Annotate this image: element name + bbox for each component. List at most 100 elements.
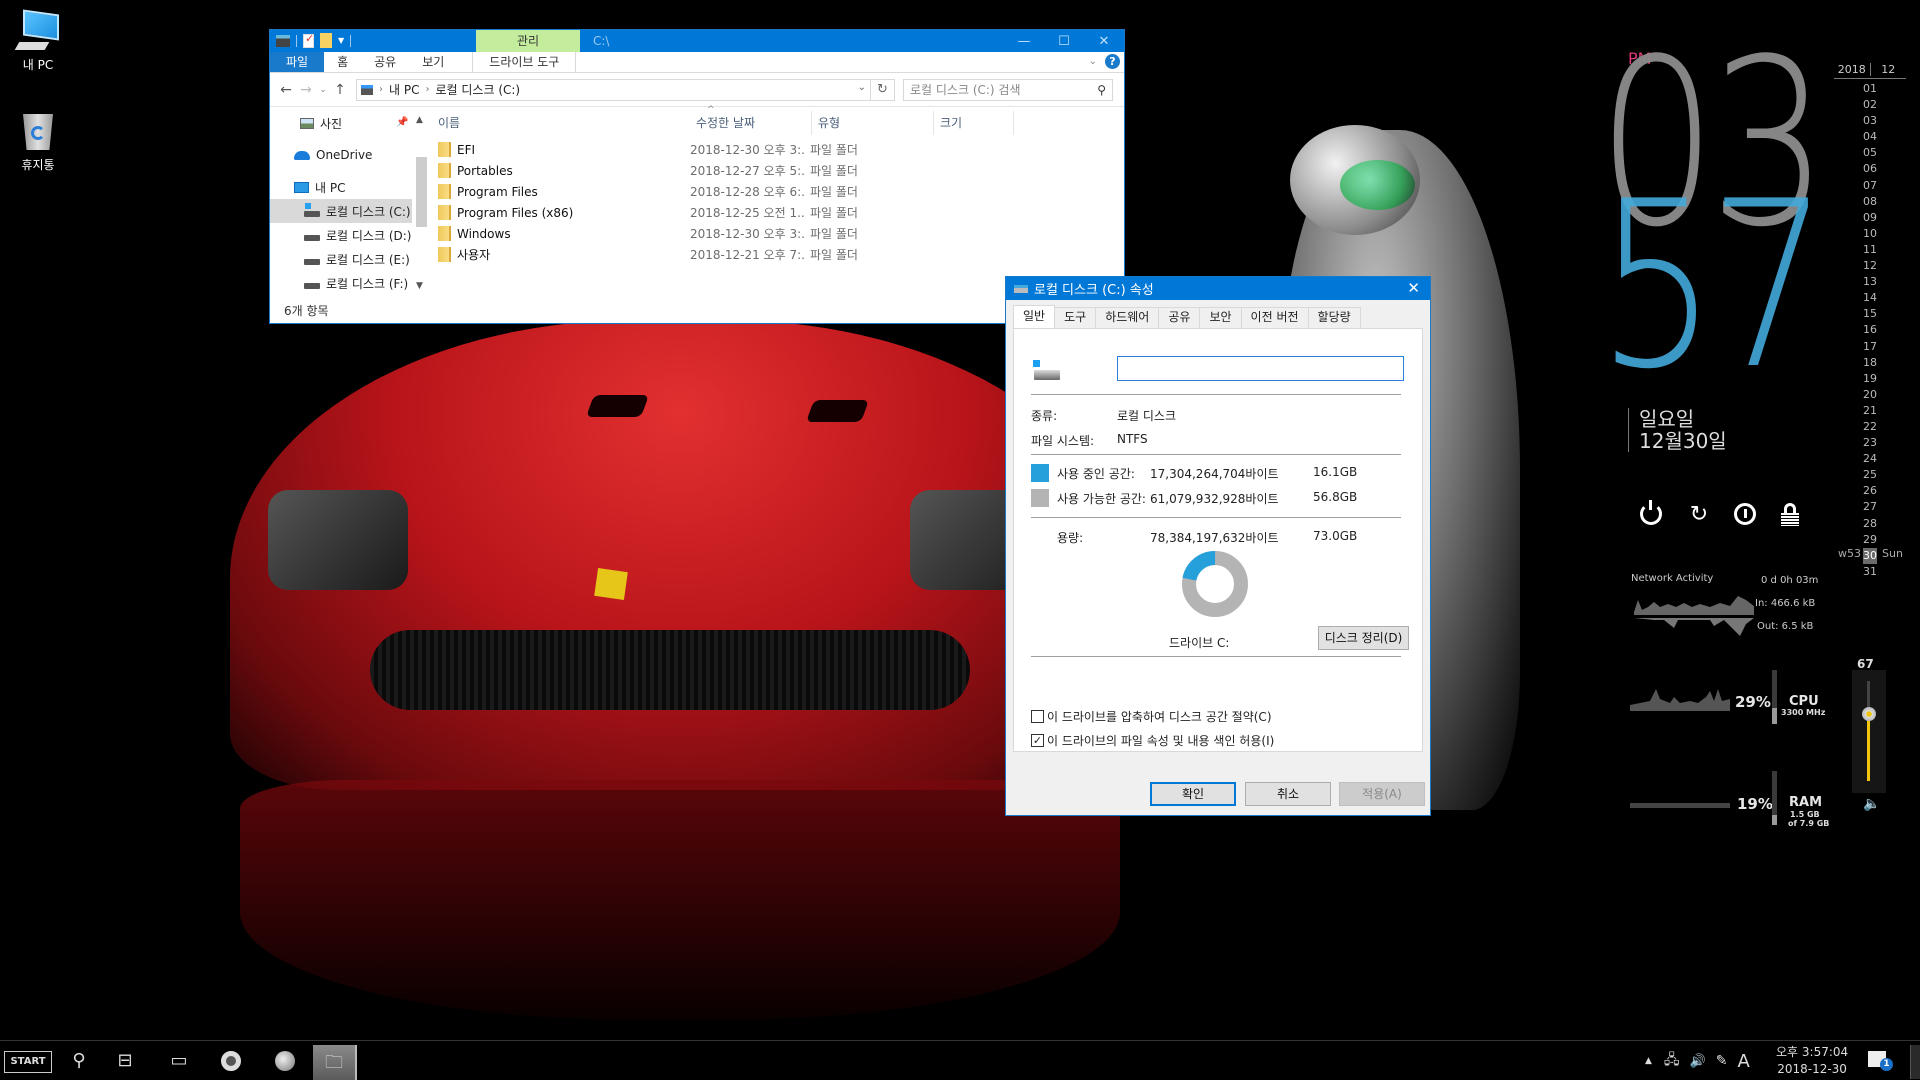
nav-item-drive-d[interactable]: 로컬 디스크 (D:): [270, 223, 412, 247]
taskbar-app-file-explorer[interactable]: 🗀: [313, 1045, 357, 1080]
index-checkbox[interactable]: ✓: [1031, 734, 1044, 747]
scroll-up-icon[interactable]: ▲: [416, 115, 423, 125]
tab-view[interactable]: 보기: [409, 52, 457, 72]
back-button[interactable]: ←: [276, 82, 296, 98]
volume-slider[interactable]: [1852, 670, 1886, 793]
breadcrumb-local-disk-c[interactable]: 로컬 디스크 (C:): [435, 81, 520, 98]
cancel-button[interactable]: 취소: [1245, 782, 1331, 806]
up-button[interactable]: ↑: [330, 82, 350, 98]
lock-button[interactable]: [1781, 503, 1805, 527]
nav-item-onedrive[interactable]: OneDrive: [270, 143, 412, 167]
compress-checkbox[interactable]: [1031, 710, 1044, 723]
pen-icon[interactable]: ✎: [1716, 1053, 1728, 1069]
tab-general[interactable]: 일반: [1013, 305, 1056, 328]
refresh-button[interactable]: ↻: [871, 78, 895, 101]
start-button[interactable]: START: [4, 1051, 52, 1073]
nav-item-drive-c[interactable]: 로컬 디스크 (C:): [270, 199, 412, 223]
apply-button[interactable]: 적용(A): [1339, 782, 1425, 806]
maximize-button[interactable]: ☐: [1044, 30, 1084, 52]
chevron-down-icon[interactable]: ⌄: [858, 82, 866, 93]
chevron-right-icon[interactable]: ›: [425, 84, 429, 95]
volume-track[interactable]: [1867, 681, 1870, 781]
scrollbar-thumb[interactable]: [416, 157, 427, 227]
column-header-type[interactable]: 유형: [812, 111, 934, 135]
volume-icon[interactable]: 🔊: [1690, 1054, 1706, 1069]
file-system-value: NTFS: [1117, 432, 1148, 446]
column-header-size[interactable]: 크기: [934, 111, 1014, 135]
nav-item-pictures[interactable]: 사진: [270, 111, 412, 135]
customize-toolbar-icon[interactable]: ▼: [338, 36, 344, 45]
file-row[interactable]: 사용자 2018-12-21 오후 7:... 파일 폴더: [432, 244, 1124, 265]
taskbar-app-browser[interactable]: [272, 1049, 298, 1073]
file-row[interactable]: Portables 2018-12-27 오후 5:... 파일 폴더: [432, 160, 1124, 181]
nav-item-drive-e[interactable]: 로컬 디스크 (E:): [270, 247, 412, 271]
ram-used: 1.5 GB: [1790, 810, 1820, 819]
chevron-right-icon[interactable]: ›: [379, 84, 383, 95]
taskbar-app-chrome[interactable]: [218, 1049, 244, 1073]
action-center-button[interactable]: 1: [1868, 1051, 1893, 1071]
tab-drive-tools[interactable]: 드라이브 도구: [472, 52, 577, 72]
new-folder-icon[interactable]: [320, 33, 332, 48]
forward-button[interactable]: →: [296, 82, 316, 98]
taskbar-app-tablet[interactable]: ▭: [166, 1049, 192, 1073]
taskbar-search-button[interactable]: ⚲: [66, 1049, 92, 1073]
shutdown-button[interactable]: [1734, 503, 1758, 527]
show-desktop-button[interactable]: [1910, 1045, 1920, 1079]
file-name-cell: Program Files: [432, 184, 684, 199]
recent-locations-button[interactable]: ⌄: [316, 85, 330, 95]
file-row[interactable]: Windows 2018-12-30 오후 3:... 파일 폴더: [432, 223, 1124, 244]
dialog-titlebar[interactable]: 로컬 디스크 (C:) 속성 ✕: [1006, 277, 1430, 300]
ime-indicator[interactable]: A: [1737, 1051, 1749, 1072]
browser-globe-icon: [275, 1051, 295, 1071]
address-bar[interactable]: › 내 PC › 로컬 디스크 (C:) ⌄: [356, 78, 871, 101]
volume-name-input[interactable]: [1117, 356, 1404, 381]
file-row[interactable]: Program Files (x86) 2018-12-25 오전 1... 파…: [432, 202, 1124, 223]
speaker-icon[interactable]: 🔈: [1863, 796, 1880, 812]
task-view-button[interactable]: ⊟: [112, 1049, 138, 1073]
tab-home[interactable]: 홈: [324, 52, 361, 72]
tab-share[interactable]: 공유: [361, 52, 409, 72]
network-icon[interactable]: 🖧: [1664, 1049, 1680, 1073]
expand-ribbon-icon[interactable]: ⌄: [1089, 56, 1097, 67]
minimize-button[interactable]: —: [1004, 30, 1044, 52]
divider: [1031, 454, 1401, 455]
tab-hardware[interactable]: 하드웨어: [1095, 307, 1160, 328]
taskbar-clock[interactable]: 오후 3:57:04 2018-12-30: [1776, 1044, 1848, 1078]
ok-button[interactable]: 확인: [1150, 782, 1236, 806]
scroll-down-icon[interactable]: ▼: [416, 281, 423, 291]
nav-item-this-pc[interactable]: 내 PC: [270, 175, 412, 199]
calendar-day: 23: [1863, 436, 1877, 450]
explorer-titlebar[interactable]: ▼ 관리 C:\ — ☐ ✕: [270, 30, 1124, 52]
desktop-icon-recycle-bin[interactable]: 휴지통: [0, 110, 76, 173]
nav-pane-scrollbar[interactable]: ▲ ▼: [412, 111, 429, 299]
column-header-name[interactable]: 이름: [432, 111, 690, 135]
compress-drive-option[interactable]: 이 드라이브를 압축하여 디스크 공간 절약(C): [1031, 708, 1272, 725]
help-icon[interactable]: ?: [1105, 54, 1120, 69]
file-row[interactable]: EFI 2018-12-30 오후 3:... 파일 폴더: [432, 139, 1124, 160]
pin-icon[interactable]: 📌: [396, 117, 408, 128]
tab-tools[interactable]: 도구: [1054, 307, 1097, 328]
tab-security[interactable]: 보안: [1199, 307, 1242, 328]
file-row[interactable]: Program Files 2018-12-28 오후 6:... 파일 폴더: [432, 181, 1124, 202]
this-pc-icon: [14, 9, 61, 52]
desktop-icon-this-pc[interactable]: 내 PC: [0, 9, 76, 73]
restart-button[interactable]: ↻: [1687, 503, 1711, 527]
tab-quota[interactable]: 할당량: [1307, 307, 1361, 328]
close-button[interactable]: ✕: [1084, 30, 1124, 52]
volume-value: 67: [1857, 657, 1874, 671]
volume-knob[interactable]: [1862, 707, 1876, 721]
close-button[interactable]: ✕: [1407, 279, 1420, 297]
index-drive-option[interactable]: ✓ 이 드라이브의 파일 속성 및 내용 색인 허용(I): [1031, 732, 1274, 749]
calendar-today: 30: [1863, 547, 1877, 564]
show-hidden-icons-button[interactable]: ▲: [1645, 1056, 1652, 1066]
tab-previous-versions[interactable]: 이전 버전: [1240, 307, 1309, 328]
properties-icon[interactable]: [303, 32, 314, 48]
disk-cleanup-button[interactable]: 디스크 정리(D): [1318, 626, 1409, 650]
nav-item-drive-f[interactable]: 로컬 디스크 (F:): [270, 271, 412, 295]
nav-item-label: 내 PC: [315, 180, 346, 195]
tab-sharing[interactable]: 공유: [1158, 307, 1201, 328]
tab-file[interactable]: 파일: [270, 52, 325, 72]
breadcrumb-this-pc[interactable]: 내 PC: [389, 81, 419, 98]
power-button[interactable]: [1640, 500, 1664, 527]
search-input[interactable]: 로컬 디스크 (C:) 검색 ⚲: [903, 78, 1113, 101]
